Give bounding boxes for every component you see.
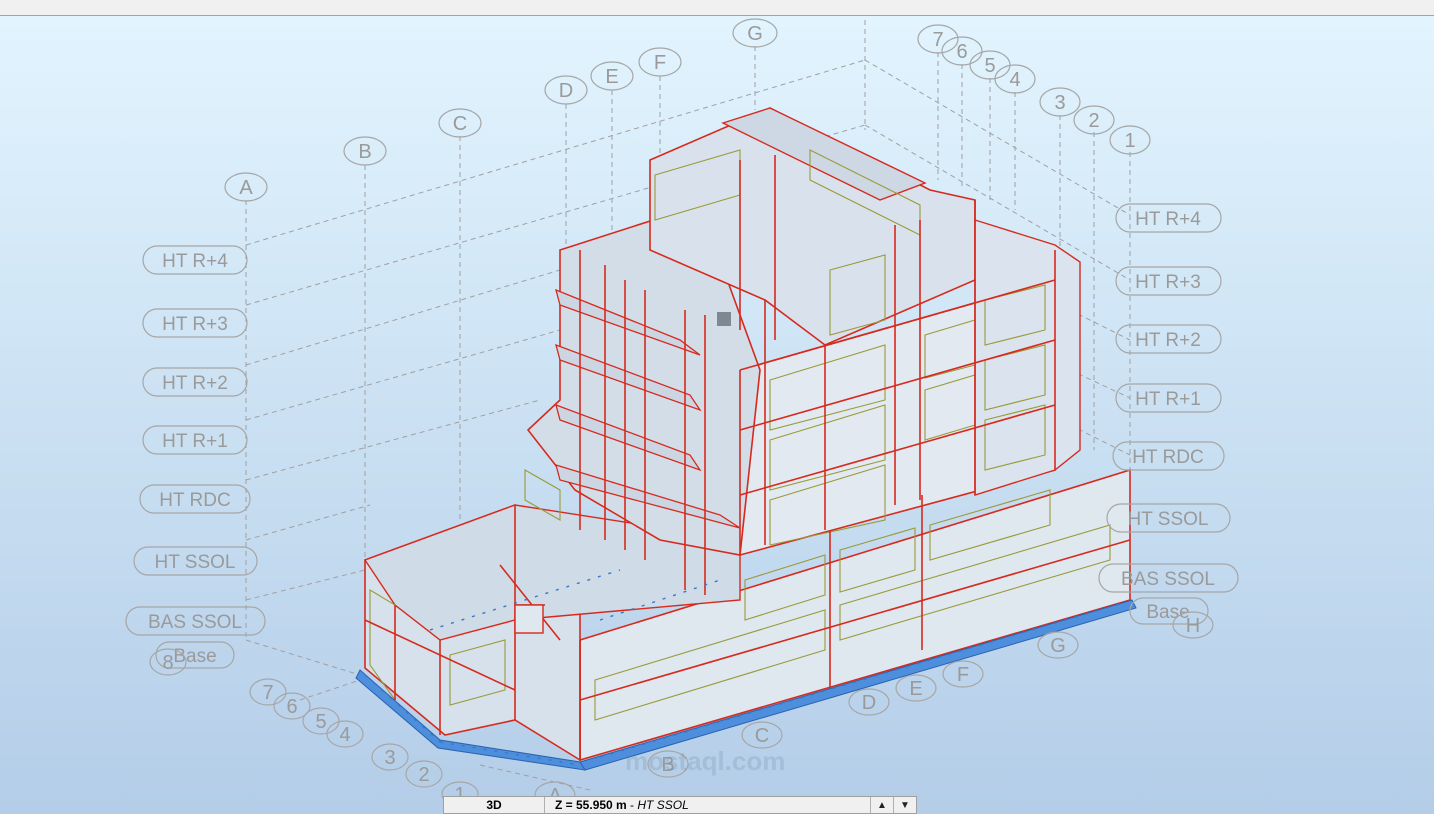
- level-label-right-r2: HT R+2: [1135, 330, 1201, 351]
- grid-label-bottom-7: 7: [262, 682, 273, 704]
- grid-label-bottom-6: 6: [286, 696, 297, 718]
- grid-label-5: 5: [984, 55, 995, 77]
- grid-label-2: 2: [1088, 110, 1099, 132]
- level-label-left-r3: HT R+3: [162, 314, 228, 335]
- level-label-right-ssol: HT SSOL: [1128, 509, 1209, 530]
- grid-label-A: A: [239, 177, 253, 199]
- level-label-right-base: Base: [1146, 602, 1189, 623]
- grid-label-bottom-F: F: [957, 664, 969, 686]
- grid-label-F: F: [654, 52, 666, 74]
- z-separator: -: [626, 798, 638, 812]
- grid-label-bottom-C: C: [755, 725, 769, 747]
- view-mode-label[interactable]: 3D: [444, 797, 545, 813]
- grid-label-bottom-G: G: [1050, 635, 1066, 657]
- level-up-button[interactable]: ▲: [870, 797, 893, 813]
- level-label-left-r4: HT R+4: [162, 251, 228, 272]
- grid-label-D: D: [559, 80, 573, 102]
- grid-label-G: G: [747, 23, 763, 45]
- grid-label-C: C: [453, 113, 467, 135]
- model-canvas[interactable]: A B C D E F G 7 6 5 4 3 2 1 HT R+4 HT R+…: [0, 16, 1434, 814]
- grid-number-labels: 7 6 5 4 3 2 1: [917, 24, 1151, 155]
- grid-label-bottom-E: E: [909, 678, 922, 700]
- grid-label-bottom-H: H: [1186, 615, 1200, 637]
- grid-label-bottom-3: 3: [384, 747, 395, 769]
- grid-label-bottom-D: D: [862, 692, 876, 714]
- building-model[interactable]: [355, 107, 1137, 771]
- z-value: Z = 55.950 m: [555, 798, 627, 812]
- level-label-right-r1: HT R+1: [1135, 389, 1201, 410]
- level-label-left-r2: HT R+2: [162, 373, 228, 394]
- grid-label-bottom-5: 5: [315, 711, 326, 733]
- view-status-bar: 3D Z = 55.950 m - HT SSOL ▲ ▼: [443, 796, 917, 814]
- elevator-shaft: [514, 604, 544, 634]
- grid-label-bottom-2: 2: [418, 764, 429, 786]
- level-label-left-rdc: HT RDC: [159, 490, 230, 511]
- grid-label-3: 3: [1054, 92, 1065, 114]
- grid-label-B: B: [358, 141, 371, 163]
- grid-label-4: 4: [1009, 69, 1020, 91]
- grid-label-bottom-8: 8: [162, 652, 173, 674]
- level-label-right-r4: HT R+4: [1135, 209, 1201, 230]
- level-label-right-rdc: HT RDC: [1132, 447, 1203, 468]
- structure-3d-viewport[interactable]: A B C D E F G 7 6 5 4 3 2 1 HT R+4 HT R+…: [0, 16, 1434, 814]
- window-title-bar: [0, 0, 1434, 16]
- up-arrow-icon: ▲: [877, 799, 887, 811]
- level-label-left-bas-ssol: BAS SSOL: [148, 612, 242, 633]
- column-marker: [717, 312, 731, 326]
- z-level-readout[interactable]: Z = 55.950 m - HT SSOL: [545, 797, 870, 813]
- right-wing-block: [974, 219, 1081, 496]
- watermark-logo: mostaql.com: [625, 746, 786, 776]
- grid-label-bottom-4: 4: [339, 724, 350, 746]
- level-label-right-bas-ssol: BAS SSOL: [1121, 569, 1215, 590]
- level-label-left-r1: HT R+1: [162, 431, 228, 452]
- left-level-labels: HT R+4 HT R+3 HT R+2 HT R+1 HT RDC HT SS…: [125, 245, 266, 669]
- level-label-left-base: Base: [173, 646, 216, 667]
- grid-label-6: 6: [956, 41, 967, 63]
- z-level-name: HT SSOL: [637, 798, 689, 812]
- level-label-left-ssol: HT SSOL: [155, 552, 236, 573]
- down-arrow-icon: ▼: [900, 799, 910, 811]
- level-label-right-r3: HT R+3: [1135, 272, 1201, 293]
- grid-label-E: E: [605, 66, 618, 88]
- grid-label-1: 1: [1124, 130, 1135, 152]
- level-down-button[interactable]: ▼: [893, 797, 916, 813]
